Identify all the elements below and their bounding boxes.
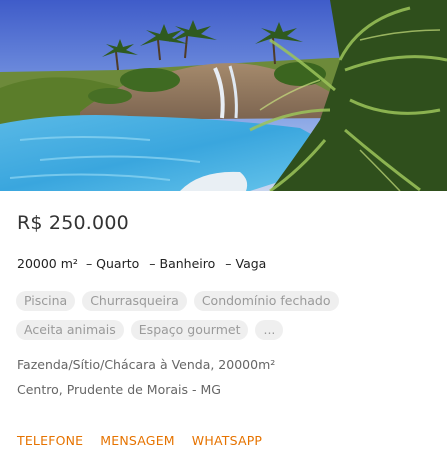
whatsapp-button[interactable]: WHATSAPP: [192, 433, 262, 448]
amenity-tag: Churrasqueira: [82, 291, 187, 311]
area-spec: 20000 m²: [17, 256, 78, 271]
bathrooms-spec: – Banheiro: [149, 256, 216, 271]
listing-photo[interactable]: [0, 0, 447, 191]
more-amenities-tag[interactable]: ...: [255, 320, 284, 340]
property-location: Centro, Prudente de Morais - MG: [17, 382, 221, 397]
pool-image: [0, 0, 447, 191]
amenity-tag: Aceita animais: [16, 320, 124, 340]
listing-card: R$ 250.000 20000 m² – Quarto – Banheiro …: [0, 0, 447, 469]
contact-actions: TELEFONE MENSAGEM WHATSAPP: [17, 433, 262, 448]
price: R$ 250.000: [17, 212, 129, 234]
parking-spec: – Vaga: [225, 256, 267, 271]
property-type: Fazenda/Sítio/Chácara à Venda, 20000m²: [17, 357, 276, 372]
amenity-tag: Condomínio fechado: [193, 291, 339, 311]
amenity-tag: Piscina: [16, 291, 76, 311]
phone-button[interactable]: TELEFONE: [17, 433, 83, 448]
property-specs: 20000 m² – Quarto – Banheiro – Vaga: [17, 256, 276, 271]
amenity-tags: Piscina Churrasqueira Condomínio fechado…: [16, 291, 436, 340]
amenity-tag: Espaço gourmet: [130, 320, 249, 340]
message-button[interactable]: MENSAGEM: [100, 433, 175, 448]
bedrooms-spec: – Quarto: [85, 256, 140, 271]
